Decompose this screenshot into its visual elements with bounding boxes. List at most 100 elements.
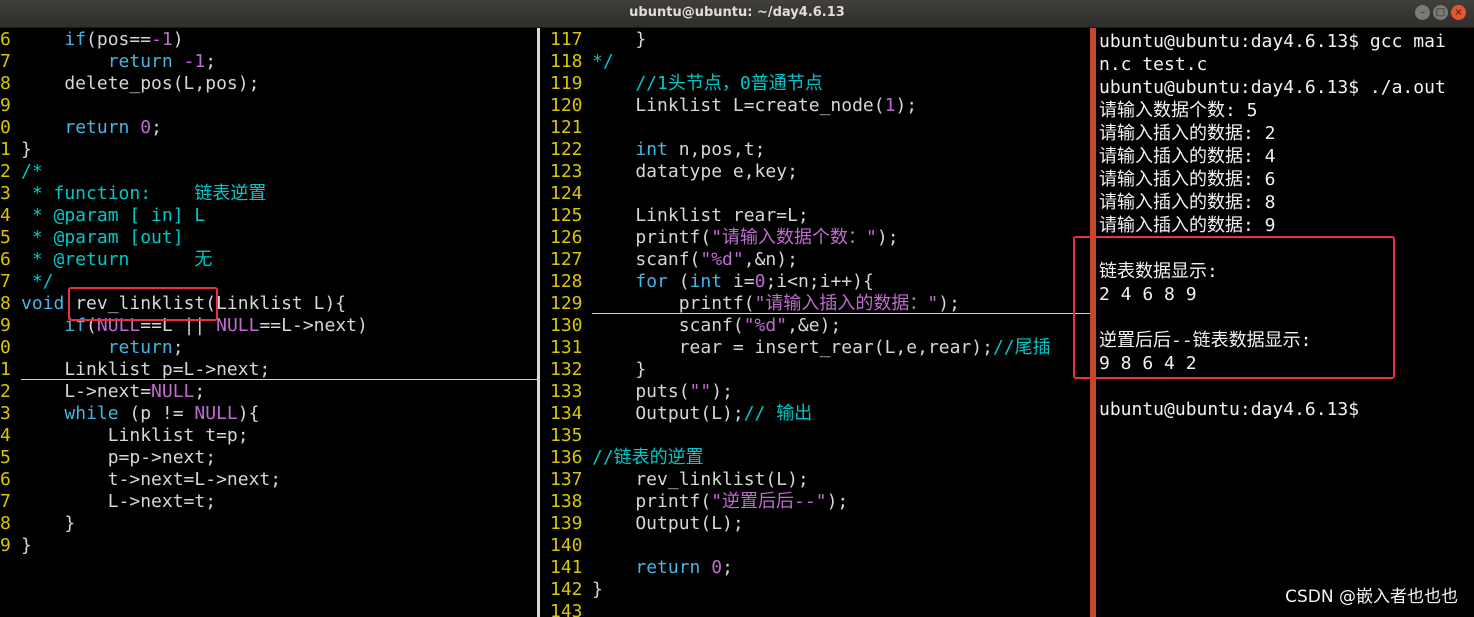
code-text: if(pos==-1): [64, 29, 184, 50]
line-number: 7: [0, 271, 11, 292]
code-line: 6 * @return 无: [0, 249, 538, 271]
code-text: return 0;: [64, 117, 162, 138]
line-number: 9: [0, 95, 11, 116]
code-text: * @param [ in] L: [21, 205, 206, 226]
line-number: 133: [550, 381, 583, 402]
code-line: 3 * function: 链表逆置: [0, 183, 538, 205]
code-text: return;: [107, 337, 184, 358]
terminal-line: 请输入插入的数据: 6: [1099, 169, 1276, 190]
line-number: 118: [550, 51, 583, 72]
line-number: 9: [0, 315, 11, 336]
terminal-line: 请输入插入的数据: 9: [1099, 215, 1276, 236]
line-number: 138: [550, 491, 583, 512]
code-text: puts("");: [592, 381, 733, 402]
code-line: 142}: [540, 579, 1090, 601]
terminal-line: ubuntu@ubuntu:day4.6.13$ gcc mai: [1099, 31, 1446, 52]
line-number: 3: [0, 183, 11, 204]
code-text: return -1;: [107, 51, 217, 72]
terminal-line: ubuntu@ubuntu:day4.6.13$: [1099, 399, 1360, 420]
line-number: 134: [550, 403, 583, 424]
line-number: 121: [550, 117, 583, 138]
code-text: */: [592, 51, 614, 72]
code-line: 132 }: [540, 359, 1090, 381]
code-line: 2 L->next=NULL;: [0, 381, 538, 403]
code-text: Output(L);// 输出: [592, 403, 813, 424]
code-text: rear = insert_rear(L,e,rear);//尾插: [592, 337, 1051, 358]
terminal-line: 请输入插入的数据: 2: [1099, 123, 1276, 144]
maximize-icon[interactable]: □: [1433, 5, 1448, 20]
line-number: 130: [550, 315, 583, 336]
code-line: 140: [540, 535, 1090, 557]
code-text: delete_pos(L,pos);: [21, 73, 260, 94]
code-text: //链表的逆置: [592, 447, 704, 468]
code-text: //1头节点，0普通节点: [592, 73, 823, 94]
line-number: 120: [550, 95, 583, 116]
line-number: 8: [0, 513, 11, 534]
code-line: 118 */: [540, 51, 1090, 73]
code-line: 143: [540, 601, 1090, 617]
code-line: 4 Linklist t=p;: [0, 425, 538, 447]
code-line: 125 Linklist rear=L;: [540, 205, 1090, 227]
code-line: 122 int n,pos,t;: [540, 139, 1090, 161]
editor-pane-middle[interactable]: 117 } 118 */119 //1头节点，0普通节点 120 Linklist L…: [540, 28, 1090, 617]
code-line: 1 Linklist p=L->next;: [0, 359, 538, 381]
close-icon[interactable]: ×: [1451, 5, 1466, 20]
code-text: L->next=t;: [21, 491, 217, 512]
code-text: */: [21, 271, 54, 292]
line-number: 136: [550, 447, 583, 468]
watermark: CSDN @嵌入者也也也: [1285, 587, 1458, 607]
code-text: return 0;: [635, 557, 733, 578]
line-number: 0: [0, 337, 11, 358]
line-number: 0: [0, 117, 11, 138]
code-line: 3 while (p != NULL){: [0, 403, 538, 425]
code-text: * function: 链表逆置: [21, 183, 267, 204]
code-line: 5 * @param [out]: [0, 227, 538, 249]
line-number: 131: [550, 337, 583, 358]
terminal-line: n.c test.c: [1099, 54, 1208, 75]
line-number: 8: [0, 73, 11, 94]
code-text: rev_linklist(L);: [592, 469, 809, 490]
code-text: /*: [21, 161, 43, 182]
code-line: 120 Linklist L=create_node(1);: [540, 95, 1090, 117]
line-number: 5: [0, 447, 11, 468]
code-line: 2 /*: [0, 161, 538, 183]
line-number: 7: [0, 51, 11, 72]
editor-pane-left[interactable]: 6 if(pos==-1) 7 return -1; 8 delete_pos(L,…: [0, 28, 538, 617]
code-line: 141 return 0;: [540, 557, 1090, 579]
line-number: 132: [550, 359, 583, 380]
code-text: t->next=L->next;: [21, 469, 282, 490]
window-controls: – □ ×: [1415, 5, 1466, 20]
code-line: 9: [0, 95, 538, 117]
code-line: 133 puts("");: [540, 381, 1090, 403]
line-number: 3: [0, 403, 11, 424]
code-line: 121: [540, 117, 1090, 139]
window-title: ubuntu@ubuntu: ~/day4.6.13: [629, 5, 845, 20]
title-bar: ubuntu@ubuntu: ~/day4.6.13 – □ ×: [0, 0, 1474, 28]
code-line: 135: [540, 425, 1090, 447]
line-number: 129: [550, 293, 583, 314]
code-text: Linklist p=L->next;: [21, 359, 271, 380]
line-number: 135: [550, 425, 583, 446]
line-number: 119: [550, 73, 583, 94]
line-number: 2: [0, 381, 11, 402]
code-line: 6 t->next=L->next;: [0, 469, 538, 491]
code-text: Output(L);: [592, 513, 744, 534]
line-number: 5: [0, 227, 11, 248]
code-text: scanf("%d",&e);: [592, 315, 842, 336]
code-line: 137 rev_linklist(L);: [540, 469, 1090, 491]
code-line: 1}: [0, 139, 538, 161]
code-text: }: [592, 579, 603, 600]
code-line: 139 Output(L);: [540, 513, 1090, 535]
code-line: 134 Output(L);// 输出: [540, 403, 1090, 425]
line-number: 9: [0, 535, 11, 556]
code-line: 0 return 0;: [0, 117, 538, 139]
line-number: 143: [550, 601, 583, 617]
code-text: }: [21, 535, 32, 556]
cursor-line: [592, 313, 1090, 314]
terminal-line: 请输入插入的数据: 8: [1099, 192, 1276, 213]
line-number: 128: [550, 271, 583, 292]
minimize-icon[interactable]: –: [1415, 5, 1430, 20]
line-number: 123: [550, 161, 583, 182]
line-number: 4: [0, 425, 11, 446]
line-number: 137: [550, 469, 583, 490]
